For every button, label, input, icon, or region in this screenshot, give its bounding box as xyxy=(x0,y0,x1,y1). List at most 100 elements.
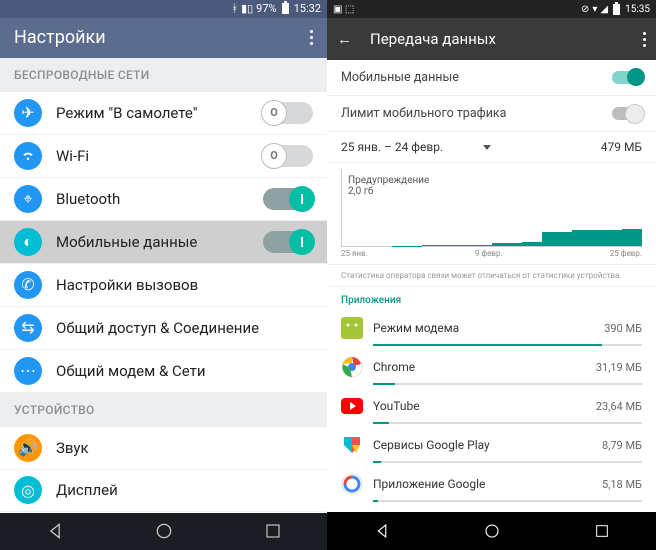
row-airplane-mode[interactable]: ✈ Режим "В самолете" O xyxy=(0,92,327,135)
overflow-menu-icon[interactable] xyxy=(310,30,313,45)
recents-button[interactable] xyxy=(264,522,282,540)
back-button[interactable] xyxy=(45,521,65,541)
app-row[interactable]: Chrome 31,19 МБ xyxy=(327,349,656,388)
row-mobile-data-switch[interactable]: Мобильные данные xyxy=(327,60,656,96)
app-row[interactable]: Сервисы Google Play 8,79 МБ xyxy=(327,427,656,466)
app-bar: Настройки xyxy=(0,18,327,58)
back-button[interactable] xyxy=(373,522,391,540)
row-tethering[interactable]: ⋯ Общий модем & Сети xyxy=(0,350,327,393)
switch-limit[interactable] xyxy=(612,107,642,120)
network-icon: ⋯ xyxy=(14,357,42,385)
do-not-disturb-icon: ⊘ xyxy=(581,4,589,15)
notif-icons: ▣ ⬚ xyxy=(333,4,354,15)
app-icon xyxy=(341,356,363,378)
back-arrow-icon[interactable]: ← xyxy=(337,30,352,48)
app-row[interactable]: Режим модема 390 МБ xyxy=(327,310,656,349)
section-wireless: БЕСПРОВОДНЫЕ СЕТИ xyxy=(0,58,327,92)
signal-icon: ◢ xyxy=(600,4,608,15)
app-bar xyxy=(373,383,642,385)
label: Настройки вызовов xyxy=(56,276,313,294)
status-bar: ᚼ ▮▯ 97% 15:32 xyxy=(0,0,327,18)
toggle-wifi[interactable]: O xyxy=(263,145,313,167)
app-bar xyxy=(373,344,642,346)
page-title: Настройки xyxy=(14,27,106,48)
usage-chart[interactable]: Предупреждение2,0 гб 25 янв.9 февр.25 фе… xyxy=(327,163,656,265)
row-bluetooth[interactable]: ⌖ Bluetooth xyxy=(0,178,327,221)
bluetooth-icon: ᚼ xyxy=(231,2,238,15)
share-icon: ⇆ xyxy=(14,314,42,342)
switch-mobile-data[interactable] xyxy=(612,71,642,84)
label: Общий модем & Сети xyxy=(56,362,313,380)
clock: 15:35 xyxy=(625,4,650,15)
data-usage-screen: ▣ ⬚ ⊘▾◢ 15:35 ← Передача данных Мобильные… xyxy=(327,0,656,550)
row-call-settings[interactable]: ✆ Настройки вызовов xyxy=(0,264,327,307)
status-bar: ▣ ⬚ ⊘▾◢ 15:35 xyxy=(327,0,656,18)
app-bar xyxy=(373,500,642,502)
toggle-airplane[interactable]: O xyxy=(263,102,313,124)
page-title: Передача данных xyxy=(370,30,496,48)
app-icon xyxy=(341,434,363,456)
chart-canvas: Предупреждение2,0 гб xyxy=(341,169,642,247)
nav-bar xyxy=(327,512,656,550)
toggle-mobile-data[interactable] xyxy=(263,231,313,253)
row-display[interactable]: ◎ Дисплей xyxy=(0,470,327,513)
dropdown-icon xyxy=(483,145,491,150)
home-button[interactable] xyxy=(483,522,501,540)
chart-bars xyxy=(342,169,642,246)
phone-icon: ✆ xyxy=(14,271,42,299)
app-row[interactable]: Приложение Google 5,18 МБ xyxy=(327,466,656,505)
label: Лимит мобильного трафика xyxy=(341,106,506,121)
date-range: 25 янв. – 24 февр. xyxy=(341,140,443,154)
section-device: УСТРОЙСТВО xyxy=(0,393,327,427)
row-limit-switch[interactable]: Лимит мобильного трафика xyxy=(327,96,656,132)
display-icon: ◎ xyxy=(14,476,42,504)
battery-icon xyxy=(613,4,620,15)
label: Режим "В самолете" xyxy=(56,104,263,122)
app-name: Режим модема xyxy=(373,321,594,335)
toggle-bluetooth[interactable] xyxy=(263,188,313,210)
app-icon xyxy=(341,395,363,417)
recents-button[interactable] xyxy=(594,523,610,539)
clock: 15:32 xyxy=(294,2,321,15)
home-button[interactable] xyxy=(154,521,174,541)
app-icon xyxy=(341,317,363,339)
wifi-icon xyxy=(14,142,42,170)
label: Wi-Fi xyxy=(56,147,263,165)
app-name: Приложение Google xyxy=(373,477,592,491)
row-mobile-data[interactable]: ◐ Мобильные данные xyxy=(0,221,327,264)
row-date-range[interactable]: 25 янв. – 24 февр. 479 МБ xyxy=(327,132,656,163)
app-bar: ← Передача данных xyxy=(327,18,656,60)
app-name: YouTube xyxy=(373,399,586,413)
app-row[interactable]: YouTube 23,64 МБ xyxy=(327,388,656,427)
label: Мобильные данные xyxy=(56,233,263,251)
row-sound[interactable]: 🔊 Звук xyxy=(0,427,327,470)
row-sharing[interactable]: ⇆ Общий доступ & Соединение xyxy=(0,307,327,350)
apps-header: Приложения xyxy=(327,287,656,310)
chart-x-axis: 25 янв.9 февр.25 февр. xyxy=(341,249,642,262)
app-value: 23,64 МБ xyxy=(596,400,642,413)
app-bar xyxy=(373,422,642,424)
app-bar xyxy=(373,461,642,463)
airplane-icon: ✈ xyxy=(14,99,42,127)
app-value: 31,19 МБ xyxy=(596,361,642,374)
overflow-menu-icon[interactable] xyxy=(643,32,646,47)
nav-bar xyxy=(0,513,327,550)
app-name: Сервисы Google Play xyxy=(373,438,592,452)
app-icon xyxy=(341,473,363,495)
app-value: 390 МБ xyxy=(604,322,642,335)
apps-list: Режим модема 390 МБ Chrome 31,19 МБ YouTube 2… xyxy=(327,310,656,505)
label: Общий доступ & Соединение xyxy=(56,319,313,337)
signal-icon: ▮▯ xyxy=(241,2,253,15)
label: Мобильные данные xyxy=(341,70,459,85)
app-value: 5,18 МБ xyxy=(602,478,642,491)
wifi-status-icon: ▾ xyxy=(592,4,597,15)
mobile-data-icon: ◐ xyxy=(14,228,42,256)
settings-screen: ᚼ ▮▯ 97% 15:32 Настройки БЕСПРОВОДНЫЕ СЕ… xyxy=(0,0,327,550)
app-name: Chrome xyxy=(373,360,586,374)
row-wifi[interactable]: Wi-Fi O xyxy=(0,135,327,178)
label: Звук xyxy=(56,439,313,457)
sound-icon: 🔊 xyxy=(14,434,42,462)
app-value: 8,79 МБ xyxy=(602,439,642,452)
disclaimer: Статистика оператора связи может отличат… xyxy=(327,265,656,287)
bluetooth-row-icon: ⌖ xyxy=(14,185,42,213)
